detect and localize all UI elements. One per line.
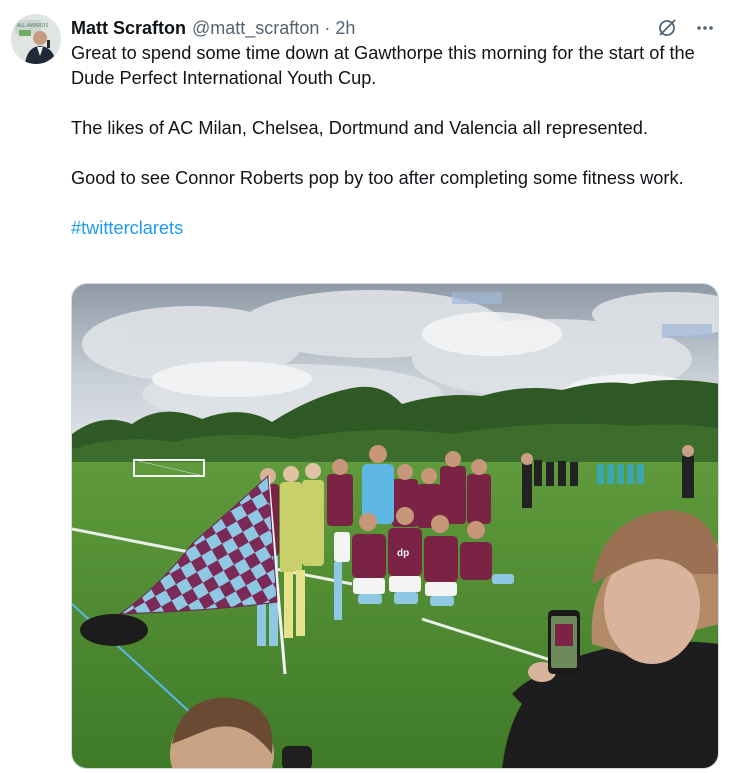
- avatar-badge-text: ALL AWARDS: [17, 23, 49, 29]
- separator-dot: ·: [324, 17, 331, 38]
- photo-scene: dp: [72, 284, 718, 768]
- phone: [548, 610, 580, 674]
- kit-bag: [80, 614, 148, 646]
- avatar-image: ALL AWARDS: [11, 14, 61, 64]
- slash-circle-icon[interactable]: [654, 15, 680, 41]
- tweet-photo[interactable]: dp: [71, 283, 719, 769]
- timestamp[interactable]: 2h: [335, 18, 355, 39]
- author-handle[interactable]: @matt_scrafton: [192, 18, 319, 39]
- author-name[interactable]: Matt Scrafton: [71, 18, 186, 39]
- tweet-paragraph-3: Good to see Connor Roberts pop by too af…: [71, 168, 684, 188]
- tweet-card[interactable]: ALL AWARDS Matt Scrafton @matt_scrafton …: [0, 0, 730, 773]
- avatar[interactable]: ALL AWARDS: [11, 14, 61, 64]
- tweet-paragraph-1: Great to spend some time down at Gawthor…: [71, 43, 695, 88]
- hashtag-link[interactable]: #twitterclarets: [71, 218, 183, 238]
- tweet-text: Great to spend some time down at Gawthor…: [71, 41, 711, 241]
- tweet-paragraph-2: The likes of AC Milan, Chelsea, Dortmund…: [71, 118, 648, 138]
- kit-sponsor-text: dp: [397, 548, 409, 559]
- header-actions: [654, 15, 718, 41]
- tweet-header: Matt Scrafton @matt_scrafton · 2h: [71, 15, 718, 41]
- more-horizontal-icon[interactable]: [692, 15, 718, 41]
